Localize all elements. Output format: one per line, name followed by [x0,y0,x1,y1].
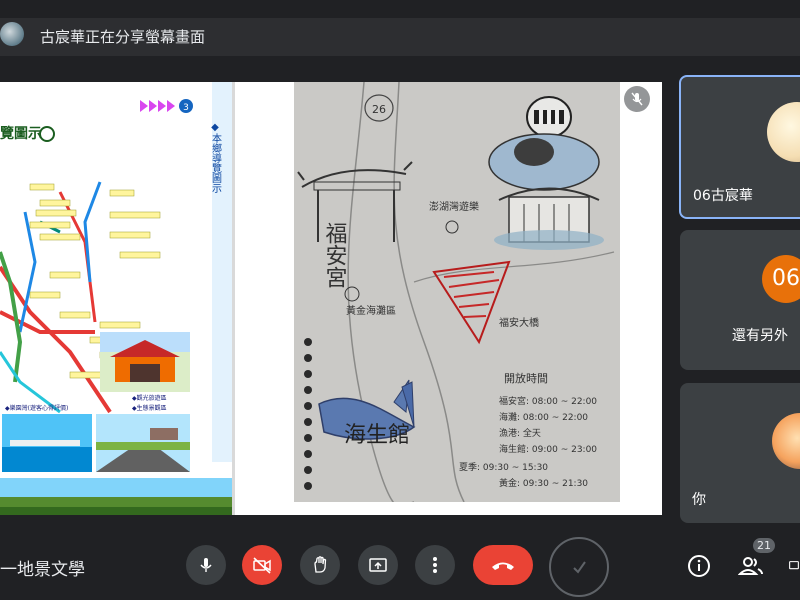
svg-text:◆本鄉導覽圖示: ◆本鄉導覽圖示 [210,122,222,193]
svg-text:福安宮: 福安宮 [322,222,348,288]
participant-avatar [767,102,800,162]
presenting-status-text: 古宸華正在分享螢幕畫面 [40,28,206,46]
svg-text:漁港: 全天: 漁港: 全天 [499,427,541,439]
brochure-map-graphic: 3 ◆本鄉導覽圖示 覽圖示 ◆樂園灣(遊客心得評價) ◆觀光旅遊區 ◆生態景觀區 [0,82,232,515]
leave-call-button[interactable] [473,545,533,585]
info-icon [688,555,710,577]
svg-text:海灘: 08:00 ~ 22:00: 海灘: 08:00 ~ 22:00 [499,411,588,423]
people-icon [738,557,763,575]
svg-text:海生館: 09:00 ~ 23:00: 海生館: 09:00 ~ 23:00 [499,443,597,455]
meeting-details-button[interactable] [686,553,712,579]
svg-text:黃金海灘區: 黃金海灘區 [346,304,396,317]
participant-name: 06古宸華 [693,188,753,204]
svg-text:3: 3 [183,103,189,113]
drawing-page: 26 福安宮 澎湖灣遊樂 黃金海灘區 福安大橋 海生館 開放時間 福安宮: 08… [235,82,662,515]
hand-icon [314,556,327,573]
chat-icon [789,561,799,570]
shared-screen: 3 ◆本鄉導覽圖示 覽圖示 ◆樂園灣(遊客心得評價) ◆觀光旅遊區 ◆生態景觀區… [0,82,662,515]
camera-off-button[interactable] [242,545,282,585]
microphone-button[interactable] [186,545,226,585]
hand-drawn-map-graphic: 26 福安宮 澎湖灣遊樂 黃金海灘區 福安大橋 海生館 開放時間 福安宮: 08… [294,82,620,502]
svg-text:黃金: 09:30 ~ 21:30: 黃金: 09:30 ~ 21:30 [499,477,588,489]
people-button[interactable] [738,553,764,579]
more-options-button[interactable] [415,545,455,585]
presentation-banner: 古宸華正在分享螢幕畫面 [0,18,800,56]
svg-text:夏季: 09:30 ~ 15:30: 夏季: 09:30 ~ 15:30 [459,461,548,473]
svg-text:福安大橋: 福安大橋 [499,316,539,329]
svg-text:澎湖灣遊樂: 澎湖灣遊樂 [429,200,479,213]
brochure-page: 3 ◆本鄉導覽圖示 覽圖示 ◆樂園灣(遊客心得評價) ◆觀光旅遊區 ◆生態景觀區 [0,82,232,515]
svg-text:26: 26 [372,103,386,116]
chat-button[interactable] [788,553,800,579]
svg-text:開放時間: 開放時間 [504,371,548,385]
meeting-title: 一地景文學 [0,560,85,580]
participant-tile-presenter[interactable]: 06古宸華 [679,75,800,219]
hang-up-icon [492,562,514,570]
svg-text:◆樂園灣(遊客心得評價): ◆樂園灣(遊客心得評價) [5,404,68,412]
raise-hand-button[interactable] [300,545,340,585]
participant-tile-self[interactable]: 你 [680,383,800,523]
participants-count-badge: 21 [753,538,775,553]
more-vert-icon [433,557,437,573]
svg-text:◆觀光旅遊區: ◆觀光旅遊區 [132,394,167,402]
activity-button[interactable] [549,537,609,597]
present-screen-button[interactable] [358,545,398,585]
svg-text:◆生態景觀區: ◆生態景觀區 [132,404,167,412]
camera-off-icon [253,557,271,574]
present-screen-icon [369,558,387,572]
check-icon [573,561,586,574]
svg-text:福安宮: 08:00 ~ 22:00: 福安宮: 08:00 ~ 22:00 [499,395,597,407]
more-participants-label: 還有另外 [732,328,788,344]
svg-text:海生館: 海生館 [344,423,410,448]
presenter-avatar [0,22,24,46]
microphone-icon [200,558,212,572]
participant-tile-more[interactable]: 06 還有另外 [680,230,800,370]
mic-off-icon [624,86,650,112]
bottom-control-bar: 一地景文學 [0,530,800,600]
svg-text:覽圖示: 覽圖示 [0,125,42,142]
more-participants-count: 06 [762,255,800,303]
hand-drawn-map-photo: 26 福安宮 澎湖灣遊樂 黃金海灘區 福安大橋 海生館 開放時間 福安宮: 08… [294,82,620,502]
self-avatar [772,413,800,469]
self-name: 你 [692,492,706,508]
